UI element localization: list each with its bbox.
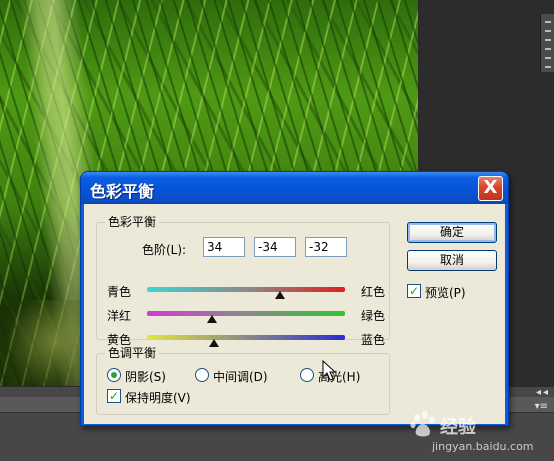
slider-track-cyan-red[interactable] [147,287,345,292]
watermark-text: 经验 [440,417,476,438]
preserve-luminosity-label[interactable]: 保持明度(V) [125,389,191,406]
level-input-yellow-blue[interactable]: -32 [305,237,347,257]
close-button[interactable]: X [478,176,503,201]
color-balance-legend: 色彩平衡 [105,215,160,229]
cancel-button[interactable]: 取消 [407,250,497,271]
radio-label-shadows[interactable]: 阴影(S) [125,368,166,385]
preview-checkbox[interactable]: ✓ [407,284,421,298]
preview-label[interactable]: 预览(P) [425,284,466,301]
slider-row-yellow-blue: 黄色 蓝色 [97,329,389,347]
slider-label-magenta: 洋红 [107,309,132,323]
level-input-cyan-red[interactable]: 34 [203,237,245,257]
slider-row-cyan-red: 青色 红色 [97,281,389,299]
tone-balance-legend: 色调平衡 [105,346,160,360]
slider-track-magenta-green[interactable] [147,311,345,316]
panel-collapse-icon[interactable]: ◂◂ [536,387,550,398]
dialog-client: 色彩平衡 色阶(L): 34 -34 -32 青色 红色 洋红 绿色 黄色 蓝色… [84,204,505,424]
slider-row-magenta-green: 洋红 绿色 [97,305,389,323]
slider-label-cyan: 青色 [107,285,132,299]
panel-strip[interactable] [540,14,554,72]
tone-balance-group: 色调平衡 阴影(S) 中间调(D) 高光(H) ✓ 保持明度(V) [96,346,390,415]
color-balance-group: 色彩平衡 色阶(L): 34 -34 -32 青色 红色 洋红 绿色 黄色 蓝色 [96,215,390,347]
preserve-luminosity-checkbox[interactable]: ✓ [107,389,121,403]
dialog-title: 色彩平衡 [90,182,155,201]
slider-thumb-magenta-green[interactable] [207,315,218,323]
watermark-url: jingyan.baidu.com [432,440,534,453]
slider-thumb-cyan-red[interactable] [274,291,285,299]
close-icon: X [483,177,498,198]
slider-track-yellow-blue[interactable] [147,335,345,340]
ok-button[interactable]: 确定 [407,222,497,243]
color-balance-dialog: 色彩平衡 X 色彩平衡 色阶(L): 34 -34 -32 青色 红色 洋红 绿… [80,171,509,426]
slider-label-blue: 蓝色 [361,333,386,347]
radio-shadows[interactable] [107,368,121,382]
level-input-magenta-green[interactable]: -34 [254,237,296,257]
slider-thumb-yellow-blue[interactable] [209,339,220,347]
radio-label-midtones[interactable]: 中间调(D) [213,368,268,385]
slider-label-green: 绿色 [361,309,386,323]
panel-menu-icon[interactable]: ▾≡ [535,401,548,412]
dialog-titlebar[interactable]: 色彩平衡 X [81,172,508,204]
slider-label-red: 红色 [361,285,386,299]
levels-label: 色阶(L): [142,243,187,257]
radio-midtones[interactable] [195,368,209,382]
mouse-cursor-icon [322,360,337,381]
radio-highlights[interactable] [300,368,314,382]
baidu-paw-icon [410,411,435,437]
